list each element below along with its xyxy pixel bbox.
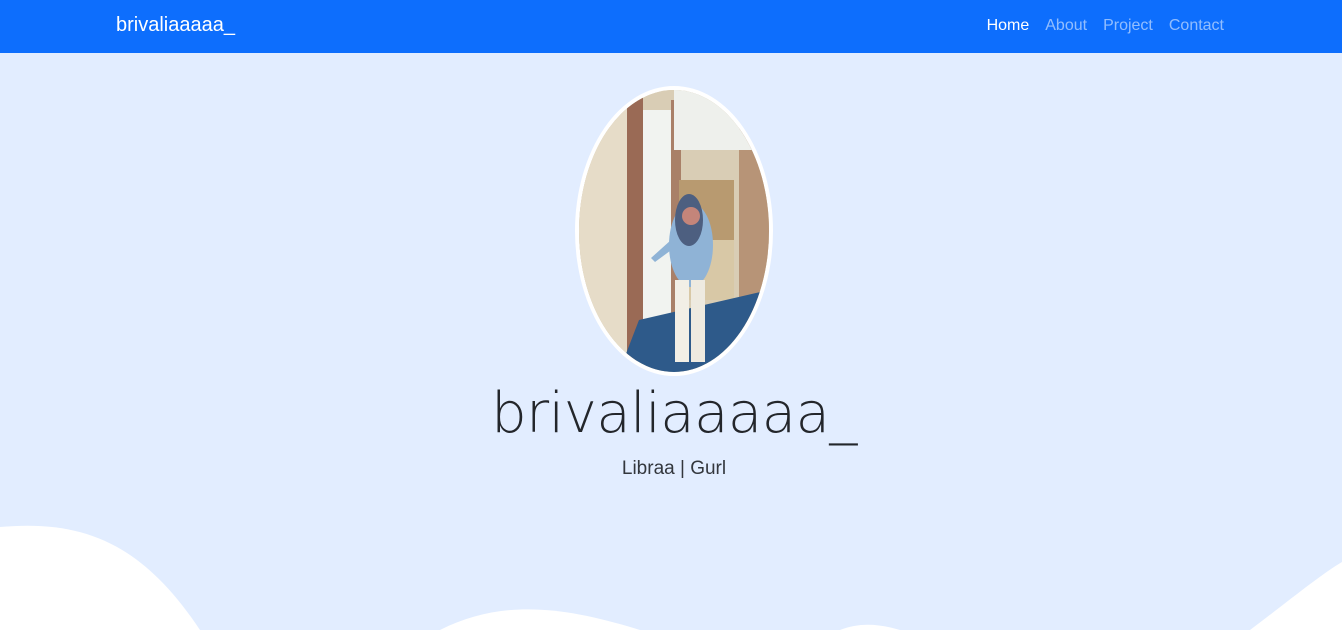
profile-photo (575, 86, 773, 376)
navbar: brivaliaaaaa_ Home About Project Contact (0, 0, 1342, 53)
hero-title: brivaliaaaaa_ (491, 381, 857, 446)
profile-photo-illustration (579, 90, 769, 372)
hero-subtitle: Libraa | Gurl (621, 458, 727, 479)
wave-divider (0, 525, 1342, 630)
nav-link-about[interactable]: About (1045, 16, 1087, 36)
nav-link-project[interactable]: Project (1103, 16, 1153, 36)
nav-link-contact[interactable]: Contact (1169, 16, 1224, 36)
nav-link-home[interactable]: Home (987, 16, 1030, 36)
brand-link[interactable]: brivaliaaaaa_ (116, 14, 235, 37)
nav-links: Home About Project Contact (987, 16, 1224, 36)
